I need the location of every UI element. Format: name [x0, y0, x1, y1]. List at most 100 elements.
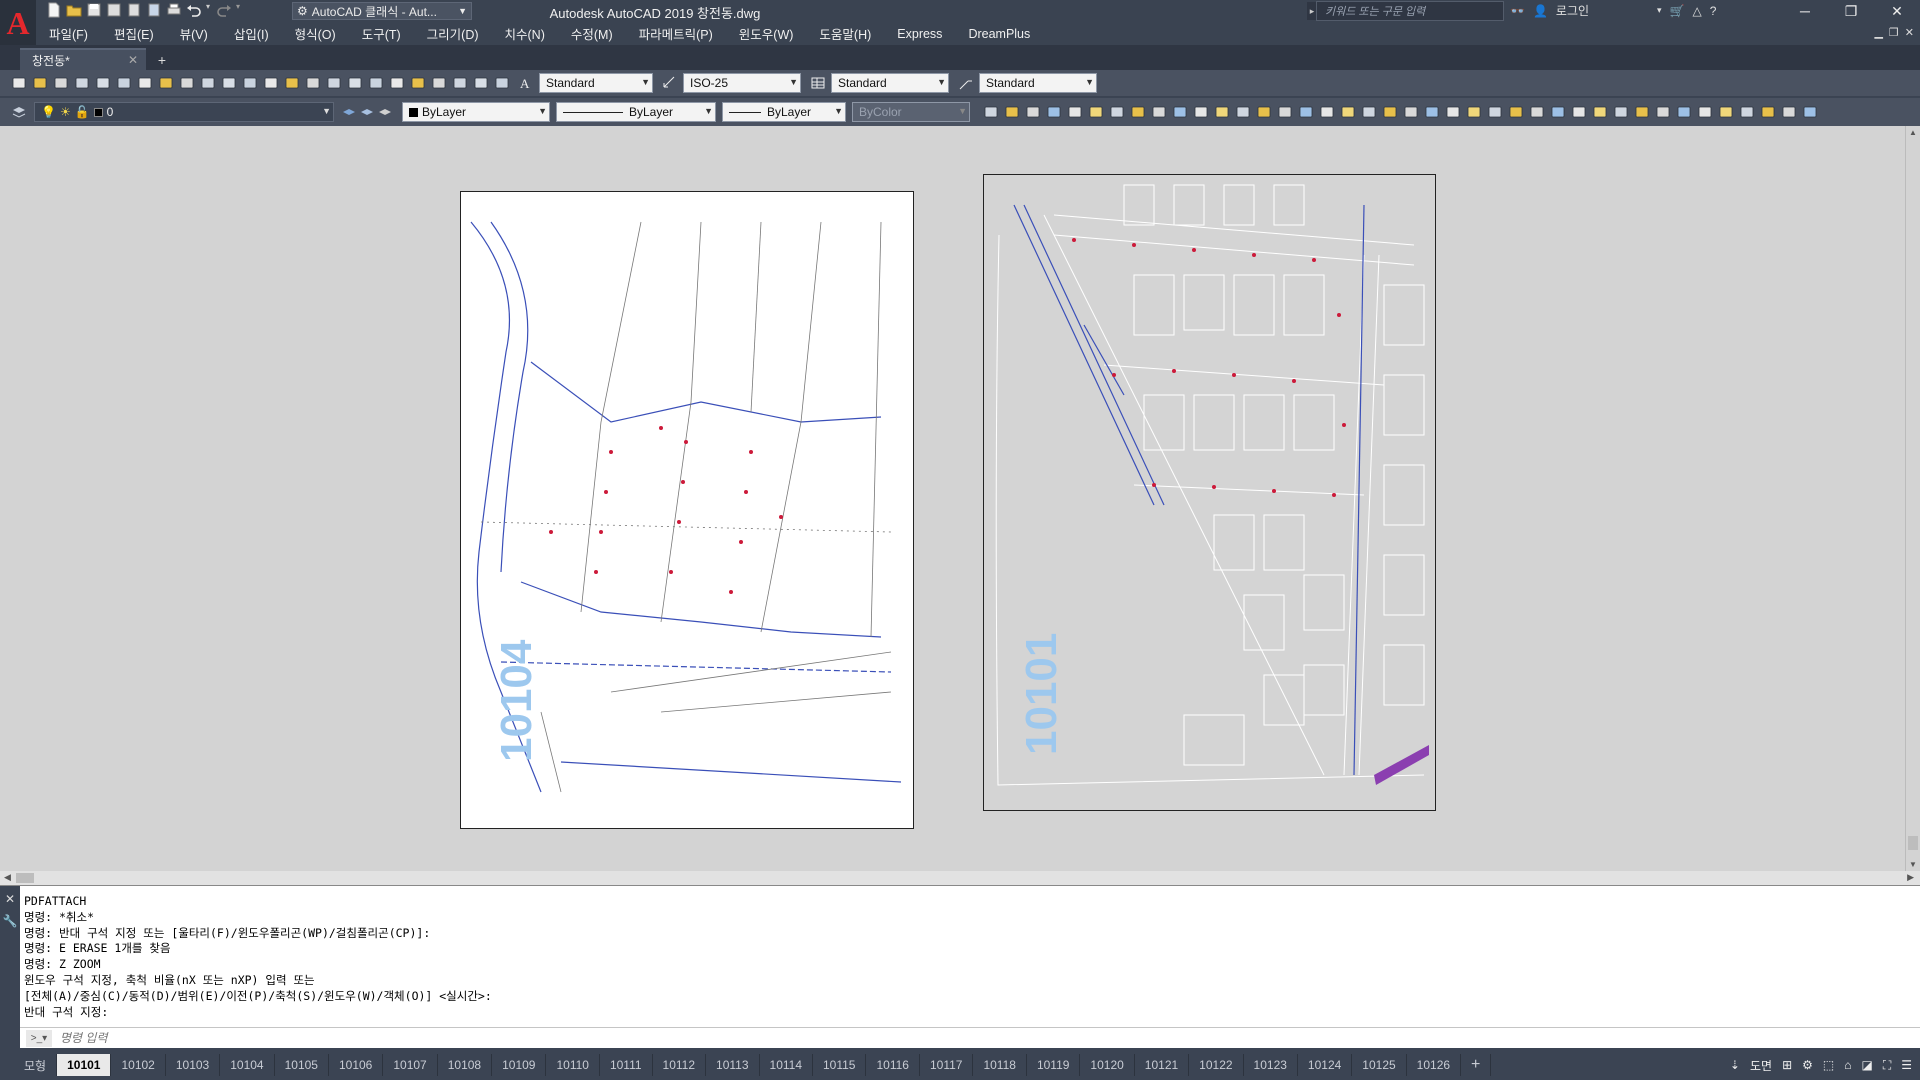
- menu-item-10[interactable]: 윈도우(W): [726, 24, 807, 43]
- tab-layout[interactable]: 10125: [1352, 1054, 1407, 1076]
- new-tab-button[interactable]: +: [152, 51, 172, 69]
- menu-item-3[interactable]: 삽입(I): [221, 24, 282, 43]
- field-icon[interactable]: [1129, 103, 1147, 121]
- close-icon[interactable]: ✕: [1874, 0, 1920, 22]
- rotate-icon[interactable]: [1759, 103, 1777, 121]
- new-icon[interactable]: [10, 74, 28, 92]
- insert-icon[interactable]: [1087, 103, 1105, 121]
- user-icon[interactable]: 👤: [1533, 4, 1548, 18]
- tab-layout[interactable]: 10105: [275, 1054, 329, 1076]
- menu-item-12[interactable]: Express: [884, 27, 955, 41]
- calculator-icon[interactable]: [493, 74, 511, 92]
- vertical-scrollbar[interactable]: ▲ ▼: [1905, 126, 1920, 871]
- tolerance-icon[interactable]: [1360, 103, 1378, 121]
- drawing-canvas[interactable]: [0, 126, 1905, 982]
- redo-icon[interactable]: [283, 74, 301, 92]
- layer-properties-icon[interactable]: [10, 103, 28, 121]
- tab-layout[interactable]: 10106: [329, 1054, 384, 1076]
- find-icon[interactable]: [1507, 103, 1525, 121]
- menu-item-8[interactable]: 수정(M): [558, 24, 626, 43]
- minimize-icon[interactable]: ─: [1782, 0, 1828, 22]
- properties-icon[interactable]: [388, 74, 406, 92]
- tab-layout[interactable]: 10114: [760, 1054, 813, 1076]
- stretch-icon[interactable]: [1801, 103, 1819, 121]
- plot-icon[interactable]: [73, 74, 91, 92]
- text-style-select[interactable]: Standard ▼: [539, 73, 653, 93]
- zoom-window-icon[interactable]: [346, 74, 364, 92]
- fullscreen-icon[interactable]: ⛶: [1883, 1058, 1891, 1073]
- undo-icon[interactable]: [262, 74, 280, 92]
- 3d-print-icon[interactable]: [136, 74, 154, 92]
- markup-icon[interactable]: [472, 74, 490, 92]
- workspace-switch-icon[interactable]: ⌂: [1844, 1058, 1851, 1072]
- convert-icon[interactable]: [1591, 103, 1609, 121]
- tab-layout[interactable]: 10112: [653, 1054, 707, 1076]
- tab-layout[interactable]: 10110: [546, 1054, 600, 1076]
- cart-icon[interactable]: 🛒: [1670, 4, 1685, 18]
- menu-item-11[interactable]: 도움말(H): [806, 24, 884, 43]
- tab-document[interactable]: 창전동* ✕: [20, 48, 146, 70]
- spell-icon[interactable]: [1528, 103, 1546, 121]
- offset-icon[interactable]: [1675, 103, 1693, 121]
- scale-icon[interactable]: [1780, 103, 1798, 121]
- tab-layout[interactable]: 10104: [220, 1054, 275, 1076]
- customize-icon[interactable]: 🔧: [3, 914, 18, 928]
- copy-icon[interactable]: [178, 74, 196, 92]
- boundary-icon[interactable]: [1633, 103, 1651, 121]
- tab-model[interactable]: 모형: [14, 1054, 58, 1076]
- tab-layout[interactable]: 10115: [813, 1054, 867, 1076]
- layout-sheet-left[interactable]: 10104: [460, 191, 914, 829]
- scroll-thumb[interactable]: [1908, 836, 1918, 850]
- restore-icon[interactable]: ❐: [1828, 0, 1874, 22]
- autodesk-app-icon[interactable]: △: [1693, 4, 1702, 18]
- dim-edit-icon[interactable]: [1402, 103, 1420, 121]
- region-icon[interactable]: [1612, 103, 1630, 121]
- center-mark-icon[interactable]: [1381, 103, 1399, 121]
- paper-space-label[interactable]: 도면: [1750, 1057, 1772, 1074]
- linetype-select[interactable]: ByLayer ▼: [556, 102, 716, 122]
- open-icon[interactable]: [31, 74, 49, 92]
- menu-icon[interactable]: ☰: [1901, 1058, 1912, 1072]
- scroll-right-icon[interactable]: ▶: [1907, 872, 1914, 883]
- tab-layout[interactable]: 10124: [1298, 1054, 1353, 1076]
- tab-layout[interactable]: 10121: [1135, 1054, 1190, 1076]
- dim-radius-icon[interactable]: [1213, 103, 1231, 121]
- plot-preview-icon[interactable]: [94, 74, 112, 92]
- mirror-icon[interactable]: [1696, 103, 1714, 121]
- menu-item-1[interactable]: 편집(E): [101, 24, 167, 43]
- table-icon[interactable]: [1045, 103, 1063, 121]
- menu-item-7[interactable]: 치수(N): [492, 24, 558, 43]
- move-icon[interactable]: [1738, 103, 1756, 121]
- paste-icon[interactable]: [199, 74, 217, 92]
- doc-minimize-icon[interactable]: ▁: [1874, 26, 1882, 39]
- tab-layout[interactable]: 10113: [706, 1054, 760, 1076]
- text-style-icon[interactable]: A: [517, 74, 535, 92]
- block-icon[interactable]: [1066, 103, 1084, 121]
- plot-style-icon[interactable]: [1003, 103, 1021, 121]
- publish-icon[interactable]: [115, 74, 133, 92]
- table-style-icon[interactable]: [809, 74, 827, 92]
- dim-style-select[interactable]: ISO-25 ▼: [683, 73, 801, 93]
- menu-item-0[interactable]: 파일(F): [36, 24, 101, 43]
- layer-select[interactable]: 💡 ☀ 🔓 0 ▼: [34, 102, 334, 122]
- dim-angular-icon[interactable]: [1255, 103, 1273, 121]
- tab-layout[interactable]: 10122: [1189, 1054, 1244, 1076]
- gear-icon[interactable]: ⚙: [1802, 1058, 1813, 1072]
- color-select[interactable]: ByLayer ▼: [402, 102, 550, 122]
- dim-style-icon[interactable]: [1444, 103, 1462, 121]
- layer-state-icon[interactable]: [376, 103, 394, 121]
- baseline-icon[interactable]: [1297, 103, 1315, 121]
- menu-item-6[interactable]: 그리기(D): [414, 24, 492, 43]
- horizontal-scrollbar[interactable]: ◀ ▶: [0, 871, 1920, 885]
- render-icon[interactable]: [1024, 103, 1042, 121]
- binoculars-icon[interactable]: 👓: [1510, 4, 1525, 18]
- zoom-realtime-icon[interactable]: [325, 74, 343, 92]
- layer-previous-icon[interactable]: [358, 103, 376, 121]
- sheet-set-icon[interactable]: [451, 74, 469, 92]
- scroll-thumb[interactable]: [16, 873, 34, 883]
- command-prompt-icon[interactable]: >_▾: [26, 1029, 52, 1047]
- zoom-previous-icon[interactable]: [367, 74, 385, 92]
- save-icon[interactable]: [52, 74, 70, 92]
- doc-close-icon[interactable]: ✕: [1905, 26, 1914, 39]
- tool-palettes-icon[interactable]: [430, 74, 448, 92]
